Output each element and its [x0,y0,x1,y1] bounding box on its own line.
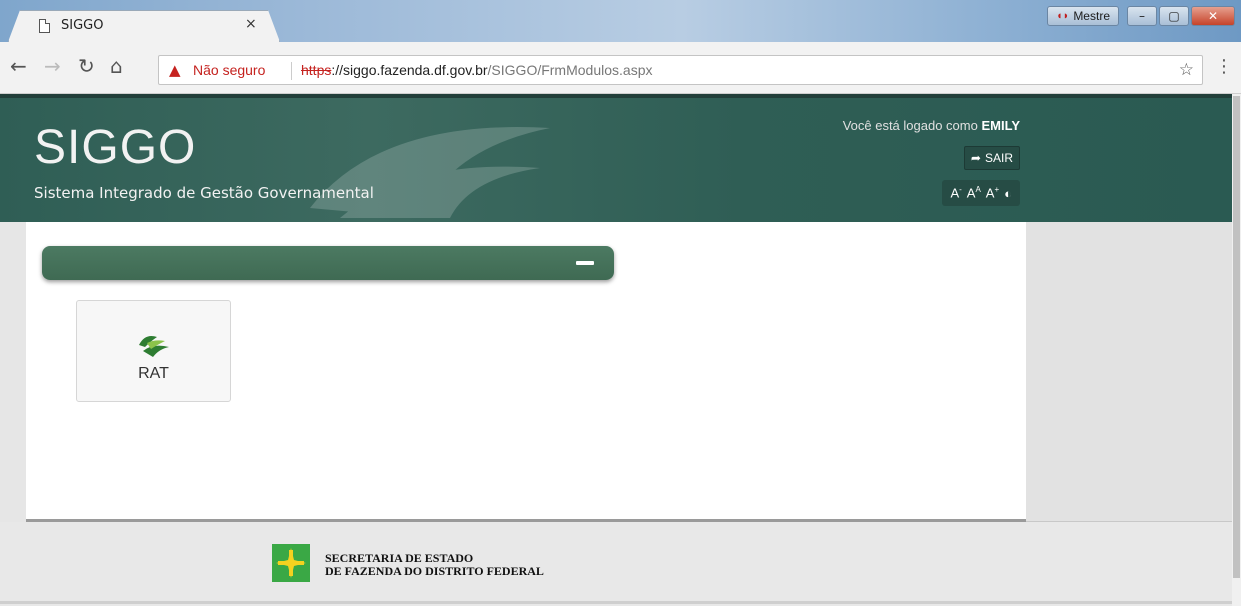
omnibox-separator [291,62,292,80]
font-decrease-button[interactable]: A- [950,185,961,200]
browser-tab[interactable]: SIGGO × [8,10,280,42]
site-footer: SECRETARIA DE ESTADO DE FAZENDA DO DISTR… [0,522,1232,606]
url-path: /SIGGO/FrmModulos.aspx [487,62,653,78]
home-icon[interactable]: ⌂ [110,54,123,78]
window-controls: ◖◗ Mestre – ▢ ✕ [1047,6,1235,30]
minimize-button[interactable]: – [1127,6,1157,26]
profile-name: Mestre [1073,9,1110,23]
module-label: RAT [138,365,169,382]
url-host: ://siggo.fazenda.df.gov.br [331,62,488,78]
site-header: SIGGO Sistema Integrado de Gestão Govern… [0,94,1232,222]
reload-icon[interactable]: ↻ [78,54,95,78]
font-default-button[interactable]: AA [967,185,981,200]
collapse-icon[interactable] [576,261,594,265]
bookmark-star-icon[interactable]: ☆ [1179,60,1194,80]
main-content: RAT [26,222,1026,522]
restore-button[interactable]: ▢ [1159,6,1189,26]
security-label[interactable]: Não seguro [193,62,265,78]
back-icon[interactable]: ← [10,54,27,78]
modules-panel-header [42,246,614,280]
page-viewport: SIGGO Sistema Integrado de Gestão Govern… [0,94,1241,606]
tab-title: SIGGO [61,18,104,33]
logout-button[interactable]: ➦ SAIR [963,146,1020,170]
menu-dots-icon[interactable]: ⋮ [1215,56,1233,77]
module-card-rat[interactable]: RAT [76,300,231,402]
siggo-logo: SIGGO [34,121,197,174]
system-subtitle: Sistema Integrado de Gestão Governamenta… [34,184,374,202]
font-decrease-label: A [950,185,960,201]
profile-icon: ◖◗ [1056,10,1070,22]
vertical-scrollbar[interactable] [1232,94,1241,606]
warning-icon: ▲ [169,61,181,79]
rat-module-icon [139,336,169,357]
url-scheme: https [301,62,332,78]
secretaria-name: SECRETARIA DE ESTADO DE FAZENDA DO DISTR… [325,552,544,578]
scrollbar-thumb[interactable] [1233,96,1240,578]
page-icon [39,19,50,33]
browser-toolbar: ← → ↻ ⌂ ▲ Não seguro https://siggo.fazen… [0,42,1241,94]
secretaria-line-2: DE FAZENDA DO DISTRITO FEDERAL [325,564,544,578]
window-titlebar: SIGGO × ◖◗ Mestre – ▢ ✕ [0,0,1241,42]
logged-user-text: Você está logado como EMILY [843,118,1020,133]
forward-icon[interactable]: → [44,54,61,78]
df-brasao-icon [272,544,310,582]
logout-label: SAIR [984,151,1013,165]
footer-divider [0,601,1232,604]
url-text[interactable]: https://siggo.fazenda.df.gov.br/SIGGO/Fr… [301,62,652,78]
font-increase-button[interactable]: A+ [986,185,999,200]
profile-button[interactable]: ◖◗ Mestre [1047,6,1119,26]
tab-close-icon[interactable]: × [245,16,257,32]
close-window-button[interactable]: ✕ [1191,6,1235,26]
accessibility-controls: A- AA A+ ◐ [942,180,1020,206]
logged-prefix: Você está logado como [842,118,978,133]
address-bar[interactable]: ▲ Não seguro https://siggo.fazenda.df.go… [158,55,1203,85]
side-panel [1026,222,1232,522]
logout-arrow-icon: ➦ [970,151,981,165]
user-name: EMILY [981,118,1020,133]
contrast-icon[interactable]: ◐ [1004,186,1012,201]
